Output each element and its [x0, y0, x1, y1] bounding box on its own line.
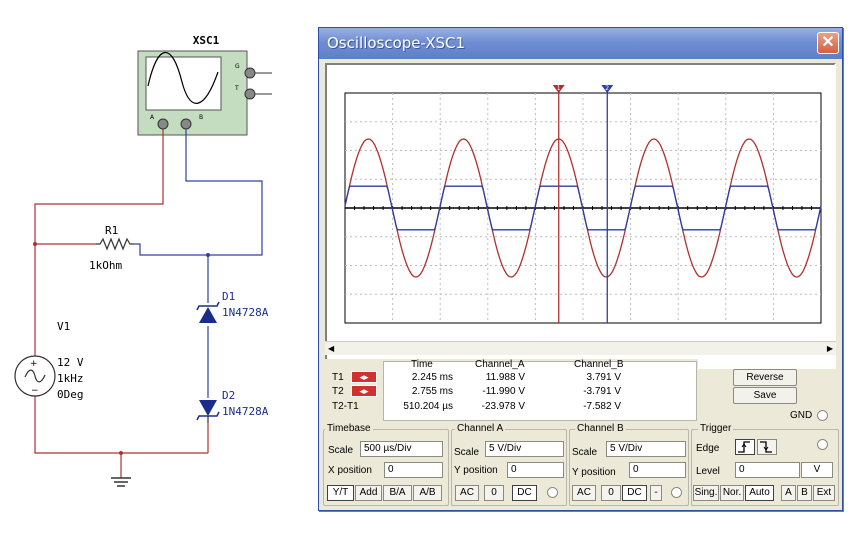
mode-yt-button[interactable]: Y/T	[327, 485, 354, 501]
diode-d1[interactable]	[196, 301, 220, 323]
t1-channel-a: 11.988 V	[485, 372, 525, 383]
channel-a-scale-label: Scale	[454, 447, 480, 458]
delta-channel-a: -23.978 V	[481, 401, 525, 412]
readout-header-channel-a: Channel_A	[475, 359, 525, 370]
channel-a-ac-button[interactable]: AC	[455, 485, 479, 501]
window-title: Oscilloscope-XSC1	[327, 34, 466, 52]
t1-time: 2.245 ms	[411, 372, 453, 383]
channel-a-dc-button[interactable]: DC	[512, 485, 537, 501]
timebase-scale-field[interactable]: 500 µs/Div	[360, 441, 443, 457]
trigger-source-a-button[interactable]: A	[781, 485, 796, 501]
pin-t-label: T	[234, 85, 239, 92]
d1-name: D1	[222, 290, 235, 303]
d2-name: D2	[222, 389, 235, 402]
ground-symbol	[111, 477, 131, 487]
x-position-label: X position	[328, 465, 372, 476]
delta-time: 510.204 µs	[403, 401, 453, 412]
trigger-edge-label: Edge	[696, 443, 720, 454]
readout-header-time: Time	[411, 359, 433, 370]
v1-phase: 0Deg	[57, 388, 84, 401]
channel-b-scale-label: Scale	[572, 447, 598, 458]
trigger-level-label: Level	[696, 466, 720, 477]
readout-header-channel-b: Channel_B	[574, 359, 624, 370]
channel-b-invert-button[interactable]: -	[650, 485, 662, 501]
v1-voltage: 12 V	[57, 356, 84, 369]
r1-value: 1kOhm	[89, 259, 122, 272]
t2-time: 2.755 ms	[411, 386, 453, 397]
channel-b-wire[interactable]	[185, 129, 263, 256]
trigger-source-ext-button[interactable]: Ext	[813, 485, 835, 501]
r1-name: R1	[105, 224, 118, 237]
waveform-plot: 12	[344, 85, 822, 324]
trigger-normal-button[interactable]: Nor.	[720, 485, 744, 501]
d2-model: 1N4728A	[222, 405, 269, 418]
channel-a-ypos-field[interactable]: 0	[507, 462, 564, 478]
timebase-scale-label: Scale	[328, 445, 354, 456]
rising-edge-icon[interactable]	[735, 439, 755, 455]
channel-b-ypos-field[interactable]: 0	[629, 462, 686, 478]
channel-b-zero-button[interactable]: 0	[601, 485, 621, 501]
x-position-field[interactable]: 0	[384, 462, 443, 478]
close-icon[interactable]: ✕	[817, 32, 839, 54]
gnd-terminal[interactable]	[817, 410, 828, 421]
channel-b-title: Channel B	[575, 423, 626, 434]
svg-text:+: +	[30, 359, 38, 369]
trigger-level-unit[interactable]: V	[801, 462, 833, 478]
t2-channel-a: -11.990 V	[482, 386, 525, 397]
trigger-title: Trigger	[698, 423, 734, 434]
cursor-t2-label: 2	[605, 85, 609, 92]
pin-g-label: G	[235, 63, 240, 70]
mode-ab-button[interactable]: A/B	[413, 485, 442, 501]
window-titlebar[interactable]: Oscilloscope-XSC1 ✕	[319, 28, 842, 59]
gnd-label: GND	[790, 410, 813, 421]
trigger-level-field[interactable]: 0	[735, 462, 800, 478]
channel-a-ypos-label: Y position	[454, 465, 498, 476]
timebase-title: Timebase	[325, 423, 373, 434]
cursor-t1-label: 1	[557, 85, 561, 92]
channel-b-dc-button[interactable]: DC	[622, 485, 647, 501]
reverse-button[interactable]: Reverse	[733, 369, 797, 386]
circuit-schematic: XSC1 A B G T R1 1kOhm D1 1N4728A D2 1N47…	[14, 34, 272, 487]
trigger-single-button[interactable]: Sing.	[693, 485, 719, 501]
channel-a-scale-field[interactable]: 5 V/Div	[485, 441, 564, 457]
channel-a-terminal[interactable]	[547, 487, 558, 498]
scope-display: 12	[325, 63, 836, 369]
v1-name: V1	[57, 320, 70, 333]
scope-label: XSC1	[193, 34, 220, 47]
channel-a-zero-button[interactable]: 0	[484, 485, 504, 501]
scroll-left-icon[interactable]: ◀	[328, 344, 334, 353]
d1-model: 1N4728A	[222, 306, 269, 319]
resistor-r1[interactable]	[96, 237, 134, 251]
channel-a-wire[interactable]	[34, 129, 164, 356]
oscilloscope-window: Oscilloscope-XSC1 ✕ 12 ◀ ▶ Time Channel_…	[318, 27, 843, 511]
save-button[interactable]: Save	[733, 387, 797, 404]
channel-a-title: Channel A	[455, 423, 506, 434]
trigger-source-b-button[interactable]: B	[797, 485, 812, 501]
channel-b-terminal[interactable]	[671, 487, 682, 498]
delta-channel-b: -7.582 V	[583, 401, 621, 412]
trigger-auto-button[interactable]: Auto	[745, 485, 774, 501]
t2-arrows-icon[interactable]: ◂▸	[351, 385, 377, 397]
t1-arrows-icon[interactable]: ◂▸	[351, 371, 377, 383]
channel-b-scale-field[interactable]: 5 V/Div	[606, 441, 686, 457]
ac-source-v1[interactable]: + −	[14, 355, 56, 397]
pin-b-label: B	[199, 114, 203, 121]
t1-channel-b: 3.791 V	[586, 372, 621, 383]
trigger-ext-terminal[interactable]	[817, 439, 828, 450]
channel-b-ypos-label: Y position	[572, 467, 616, 478]
scroll-right-icon[interactable]: ▶	[827, 344, 833, 353]
scope-symbol[interactable]	[137, 50, 272, 136]
svg-text:−: −	[31, 386, 39, 396]
channel-b-ac-button[interactable]: AC	[572, 485, 596, 501]
horizontal-scrollbar[interactable]: ◀ ▶	[325, 341, 836, 355]
falling-edge-icon[interactable]	[757, 439, 777, 455]
row-label-t1: T1	[332, 372, 344, 383]
cursor-readout-panel: Time Channel_A Channel_B T1 ◂▸ 2.245 ms …	[325, 359, 698, 422]
mode-ba-button[interactable]: B/A	[383, 485, 412, 501]
mode-add-button[interactable]: Add	[355, 485, 382, 501]
row-label-t2-t1: T2-T1	[332, 401, 359, 412]
v1-frequency: 1kHz	[57, 372, 84, 385]
t2-channel-b: -3.791 V	[583, 386, 621, 397]
row-label-t2: T2	[332, 386, 344, 397]
